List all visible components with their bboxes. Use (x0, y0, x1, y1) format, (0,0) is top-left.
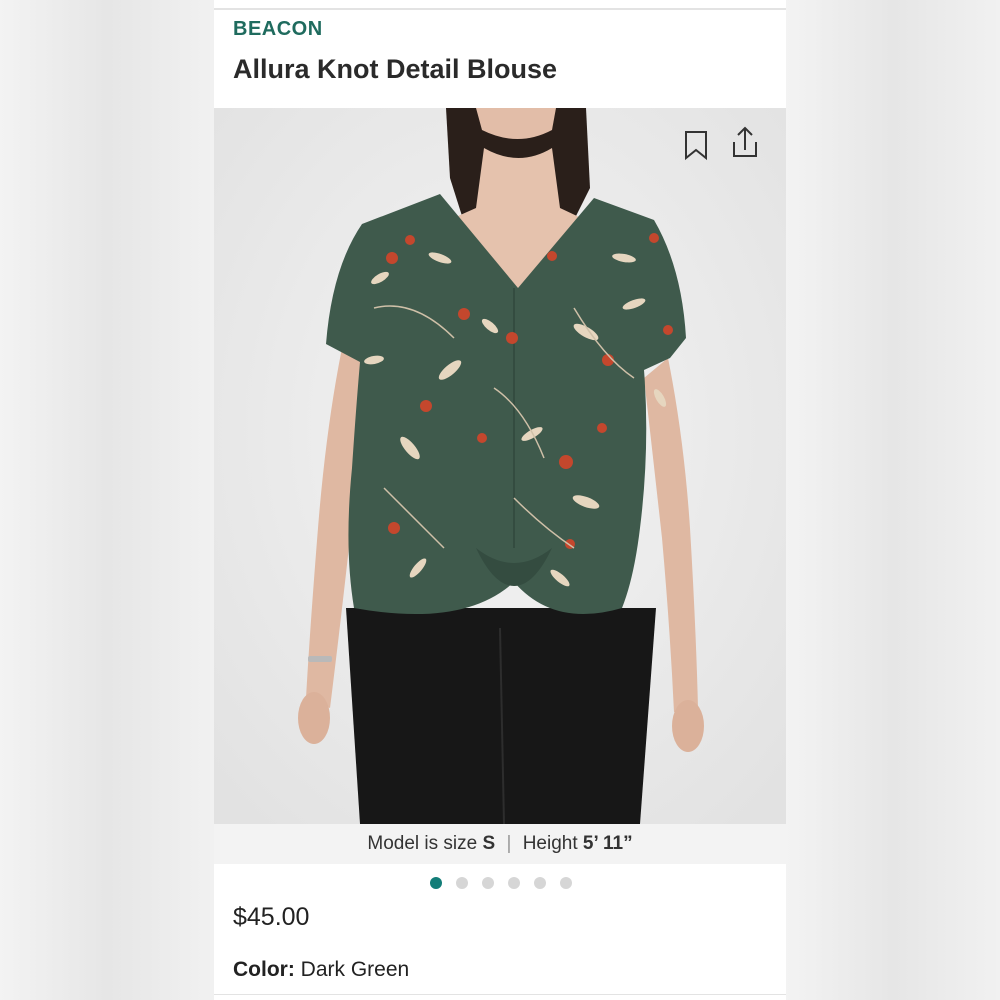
color-label: Color: (233, 958, 295, 981)
product-card: BEACON Allura Knot Detail Blouse Model i… (214, 0, 786, 1000)
color-row: Color: Dark Green (233, 958, 409, 982)
product-title: Allura Knot Detail Blouse (233, 54, 558, 84)
pagination-dot-4[interactable] (508, 877, 520, 889)
bottom-divider (214, 994, 786, 995)
background-left (0, 0, 214, 1000)
pagination-dot-5[interactable] (534, 877, 546, 889)
model-height-label: Height (522, 833, 578, 854)
color-value: Dark Green (300, 958, 410, 981)
pagination-dot-6[interactable] (560, 877, 572, 889)
model-size-value: S (482, 833, 496, 854)
model-size-label: Model is size (367, 833, 478, 854)
product-image[interactable] (214, 108, 786, 824)
product-price: $45.00 (233, 903, 310, 931)
model-illustration (214, 108, 786, 824)
caption-separator: | (506, 833, 512, 854)
top-divider (214, 8, 786, 10)
pagination-dot-2[interactable] (456, 877, 468, 889)
background-right (786, 0, 1000, 1000)
pagination-dot-3[interactable] (482, 877, 494, 889)
pagination-dot-1[interactable] (430, 877, 442, 889)
brand-name[interactable]: BEACON (233, 18, 323, 41)
model-info-caption: Model is size S | Height 5’ 11” (214, 824, 786, 864)
model-height-value: 5’ 11” (582, 833, 633, 854)
image-pagination (430, 877, 572, 889)
